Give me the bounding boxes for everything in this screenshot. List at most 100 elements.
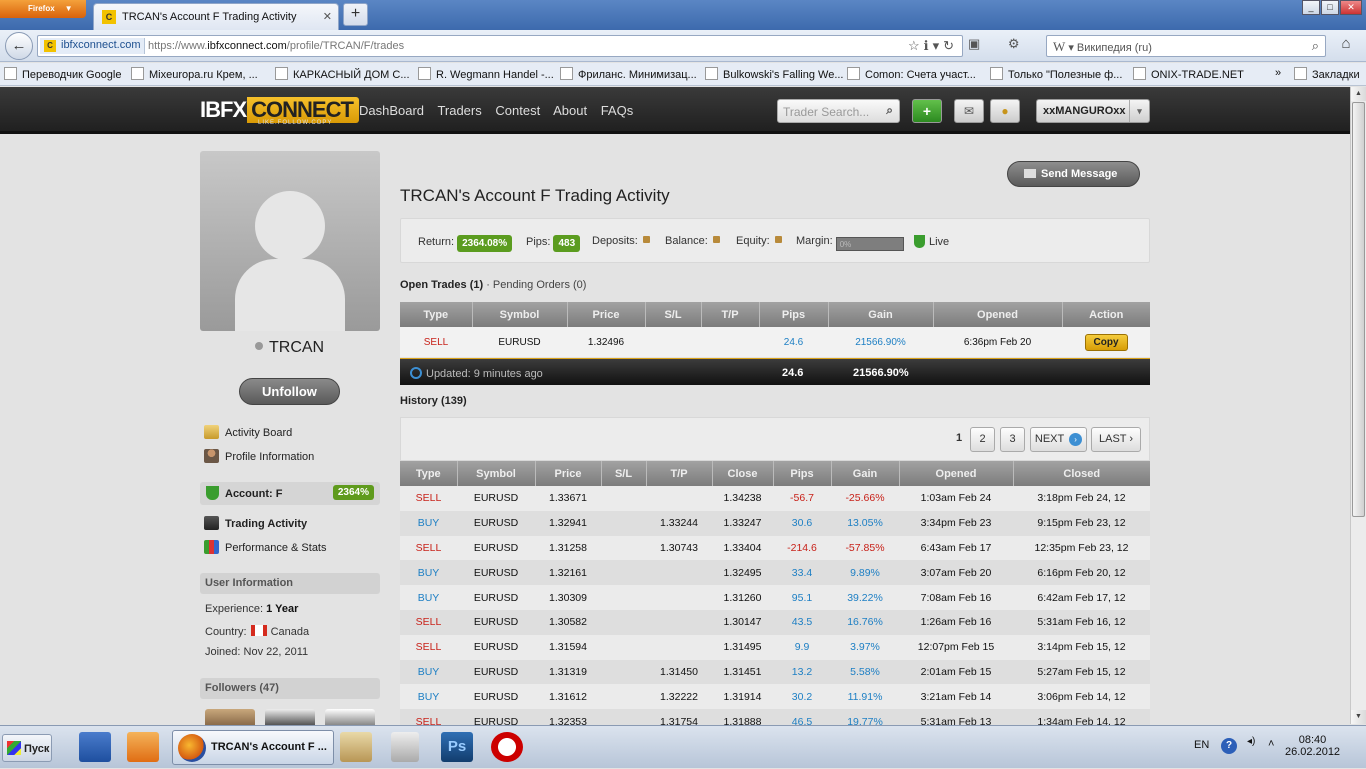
photoshop-icon[interactable]: Ps [441, 732, 473, 762]
follower-avatar[interactable] [205, 709, 255, 725]
column-header[interactable]: S/L [645, 302, 702, 327]
column-header[interactable]: Gain [828, 302, 934, 327]
home-icon[interactable]: ⌂ [1334, 35, 1358, 57]
column-header[interactable]: Opened [899, 461, 1014, 486]
refresh-icon[interactable] [410, 367, 422, 379]
activity-board-link[interactable]: Activity Board [204, 425, 292, 439]
taskbar-firefox-task[interactable]: TRCAN's Account F ... [172, 730, 334, 765]
site-identity-button[interactable]: Cibfxconnect.com [40, 38, 146, 54]
follower-avatar[interactable] [325, 709, 375, 725]
nav-dashboard[interactable]: DashBoard [359, 103, 424, 118]
nav-faqs[interactable]: FAQs [601, 103, 634, 118]
screenshot-icon[interactable]: ▣ [968, 36, 980, 51]
bookmark-item[interactable]: Mixeuropa.ru Крем, ... [131, 67, 258, 81]
browser-tab-active[interactable]: C TRCAN's Account F Trading Activity ✕ [93, 3, 339, 30]
column-header[interactable]: Close [712, 461, 774, 486]
dropdown-icon[interactable]: ▾ [933, 38, 944, 53]
bookmarks-overflow-button[interactable]: » [1275, 67, 1281, 79]
add-button[interactable]: + [912, 99, 942, 123]
ibfx-connect-logo[interactable]: IBFX CONNECT LIKE.FOLLOW.COPY [200, 97, 359, 126]
page-3-button[interactable]: 3 [1000, 427, 1025, 452]
column-header[interactable]: Type [400, 302, 473, 327]
profile-information-link[interactable]: Profile Information [204, 449, 314, 463]
next-page-button[interactable]: NEXT › [1030, 427, 1087, 452]
bookmark-star-icon[interactable]: ☆ [908, 38, 924, 53]
nav-about[interactable]: About [553, 103, 587, 118]
system-clock[interactable]: 08:40 26.02.2012 [1285, 734, 1340, 758]
search-icon[interactable]: ⌕ [1312, 38, 1319, 54]
column-header[interactable]: T/P [646, 461, 713, 486]
nav-contest[interactable]: Contest [495, 103, 540, 118]
url-text[interactable]: https://www.ibfxconnect.com/profile/TRCA… [148, 40, 404, 52]
gear-icon[interactable]: ⚙ [1008, 36, 1020, 51]
notifications-button[interactable]: ● [990, 99, 1020, 123]
unfollow-button[interactable]: Unfollow [239, 378, 340, 405]
close-window-button[interactable]: ✕ [1340, 0, 1362, 15]
bookmark-item[interactable]: Comon: Счета участ... [847, 67, 976, 81]
last-page-button[interactable]: LAST › [1091, 427, 1141, 452]
maximize-button[interactable]: □ [1321, 0, 1339, 15]
user-menu-button[interactable]: xxMANGUROxx ▾ [1036, 99, 1150, 123]
column-header[interactable]: Type [400, 461, 458, 486]
help-icon[interactable]: ? [1221, 738, 1237, 754]
messages-button[interactable]: ✉ [954, 99, 984, 123]
bookmark-item[interactable]: Только "Полезные ф... [990, 67, 1122, 81]
close-tab-icon[interactable]: ✕ [323, 10, 332, 23]
column-header[interactable]: Pips [759, 302, 829, 327]
page-2-button[interactable]: 2 [970, 427, 995, 452]
column-header[interactable]: S/L [601, 461, 647, 486]
notes-icon[interactable] [340, 732, 372, 762]
bookmark-item[interactable]: Bulkowski's Falling We... [705, 67, 844, 81]
pen-icon[interactable] [391, 732, 419, 762]
bookmarks-menu[interactable]: Закладки [1294, 67, 1360, 81]
reload-icon[interactable]: ↻ [943, 38, 958, 53]
new-tab-button[interactable]: + [343, 3, 368, 26]
trader-search-input[interactable]: Trader Search... ⌕ [777, 99, 900, 123]
scrollbar-thumb[interactable] [1352, 102, 1365, 517]
back-button[interactable]: ← [5, 32, 33, 60]
send-message-button[interactable]: Send Message [1007, 161, 1140, 187]
word-icon[interactable] [79, 732, 111, 762]
bookmark-item[interactable]: ONIX-TRADE.NET [1133, 67, 1244, 81]
column-header[interactable]: Price [567, 302, 646, 327]
column-header[interactable]: Symbol [457, 461, 536, 486]
language-indicator[interactable]: EN [1194, 739, 1209, 751]
minimize-button[interactable]: _ [1302, 0, 1320, 15]
column-header[interactable]: Gain [831, 461, 900, 486]
open-trades-summary: Updated: 9 minutes ago 24.6 21566.90% [400, 358, 1150, 385]
nav-traders[interactable]: Traders [437, 103, 481, 118]
start-button[interactable]: Пуск [2, 734, 52, 762]
search-bar[interactable]: W ▾ Википедия (ru) ⌕ [1046, 35, 1326, 57]
scroll-down-button[interactable]: ▼ [1351, 710, 1366, 724]
page-1-button[interactable]: 1 [949, 427, 969, 452]
chevron-down-icon[interactable]: ▾ [1129, 100, 1149, 122]
acrobat-icon[interactable] [491, 732, 523, 762]
performance-stats-link[interactable]: Performance & Stats [204, 540, 327, 554]
scroll-up-button[interactable]: ▲ [1351, 87, 1366, 101]
column-header[interactable]: Opened [933, 302, 1063, 327]
column-header[interactable]: Pips [773, 461, 832, 486]
search-icon[interactable]: ⌕ [886, 103, 893, 118]
firefox-menu-button[interactable]: Firefox ▼ [0, 0, 86, 18]
copy-trade-button[interactable]: Copy [1084, 333, 1128, 351]
bookmark-item[interactable]: Переводчик Google [4, 67, 122, 81]
vertical-scrollbar[interactable]: ▲ ▼ [1350, 87, 1366, 724]
follower-avatar[interactable] [265, 709, 315, 725]
info-icon[interactable]: ℹ [924, 38, 933, 53]
tray-expand-icon[interactable]: ˄ [1268, 738, 1274, 750]
trade-type: SELL [400, 327, 472, 357]
trading-activity-link[interactable]: Trading Activity [204, 516, 307, 530]
media-player-icon[interactable] [127, 732, 159, 762]
bookmark-item[interactable]: R. Wegmann Handel -... [418, 67, 554, 81]
bookmark-item[interactable]: Фриланс. Минимизац... [560, 67, 697, 81]
account-selector[interactable]: Account: F 2364% [200, 482, 380, 505]
column-header[interactable]: T/P [701, 302, 760, 327]
address-bar[interactable]: Cibfxconnect.com https://www.ibfxconnect… [37, 35, 963, 57]
pending-orders-link[interactable]: · Pending Orders (0) [486, 279, 586, 291]
column-header[interactable]: Closed [1013, 461, 1150, 486]
column-header[interactable]: Price [535, 461, 602, 486]
bookmark-item[interactable]: КАРКАСНЫЙ ДОМ С... [275, 67, 410, 81]
volume-icon[interactable]: ◂) [1247, 736, 1255, 747]
table-header-row: Type Symbol Price S/L T/P Close Pips Gain Opened… [400, 461, 1150, 486]
column-header[interactable]: Symbol [472, 302, 568, 327]
